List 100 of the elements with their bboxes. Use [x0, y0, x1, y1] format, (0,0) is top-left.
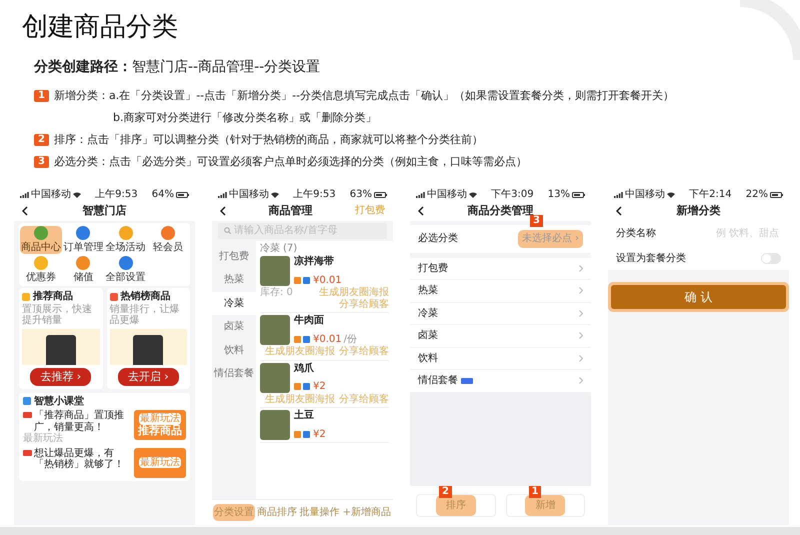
category-row[interactable]: 冷菜 [410, 302, 591, 326]
toolbar-button[interactable]: 批量操作 [298, 504, 341, 521]
back-icon[interactable] [418, 206, 424, 216]
stock-text: 库存: 0 [260, 287, 293, 299]
chevron-icon [579, 310, 583, 317]
photo-placeholder [260, 315, 290, 346]
category-row[interactable]: 打包费 [410, 258, 591, 280]
screen-title: 商品分类管理 [468, 204, 534, 218]
thumbnail-title: 推荐商品 [138, 424, 182, 438]
menu-item[interactable]: 商品中心 [20, 226, 62, 254]
carrier-text: 中国移动 [625, 189, 665, 200]
field-label: 分类名称 [616, 228, 656, 240]
product-name: 牛肉面 [294, 315, 325, 327]
wifi-icon [469, 192, 477, 198]
toolbar-button[interactable]: +新增商品 [342, 504, 392, 521]
card-subtitle: 置顶展示，快速提升销量 [22, 304, 93, 327]
category-row[interactable]: 情侣套餐 [410, 370, 591, 393]
back-icon[interactable] [22, 206, 28, 216]
thumbnail-tag: 最新玩法 [139, 456, 181, 468]
article-note: 最新玩法 [23, 433, 64, 445]
card-title: 热销榜商品 [120, 291, 170, 303]
toggle-switch[interactable] [761, 252, 781, 264]
screen-title: 商品管理 [268, 204, 312, 218]
category-row[interactable]: 卤菜 [410, 325, 591, 348]
menu-item[interactable]: 储值 [62, 256, 104, 284]
menu-item[interactable]: 优惠券 [20, 256, 62, 284]
wifi-icon [73, 192, 81, 198]
product-price: ¥0.01 [313, 334, 342, 346]
category-tab[interactable]: 情侣套餐 [212, 362, 256, 386]
wifi-icon [271, 192, 279, 198]
category-name: 饮料 [418, 352, 438, 364]
category-row[interactable]: 热菜 [410, 280, 591, 303]
battery-percent: 63% [350, 189, 372, 200]
category-name: 情侣套餐 [418, 375, 458, 387]
badge-icons [294, 276, 311, 284]
menu-item[interactable]: 全场活动 [104, 226, 147, 254]
back-icon[interactable] [220, 206, 226, 216]
carrier-text: 中国移动 [229, 189, 269, 200]
category-name: 卤菜 [418, 330, 438, 342]
category-tab[interactable]: 冷菜 [212, 292, 256, 316]
card-button[interactable]: 去推荐 › [30, 368, 92, 386]
signal-icon [416, 192, 425, 198]
battery-percent: 64% [152, 189, 174, 200]
menu-item[interactable]: 全部设置 [104, 256, 147, 284]
step-text: 排序：点击「排序」可以调整分类（针对于热销榜的商品，商家就可以将整个分类往前） [54, 132, 483, 148]
category-tab[interactable]: 打包费 [212, 244, 256, 268]
status-time: 上午9:53 [293, 189, 336, 200]
product-price: ¥0.01 [313, 274, 342, 286]
article-title[interactable]: 「推荐商品」置顶推广，销量更高！ [34, 410, 131, 434]
badge-icons [294, 430, 311, 438]
back-icon[interactable] [616, 206, 622, 216]
chevron-icon [579, 354, 583, 362]
category-name: 冷菜 [418, 308, 438, 320]
callout-number-badge: 2 [439, 486, 452, 498]
confirm-button[interactable]: 确 认 [611, 285, 786, 310]
chevron-icon [579, 377, 583, 384]
row-label: 必选分类 [418, 233, 458, 245]
step-text: 必选分类：点击「必选分类」可设置必须客户点单时必须选择的分类（例如主食，口味等需必点） [54, 154, 527, 170]
card-button[interactable]: 去开启 › [118, 368, 179, 386]
category-row[interactable]: 饮料 [410, 348, 591, 370]
carrier-text: 中国移动 [31, 189, 71, 200]
category-tab[interactable]: 热菜 [212, 268, 256, 292]
photo-placeholder [260, 256, 290, 286]
thumbnail-tag: 最新玩法 [139, 413, 181, 425]
chevron-icon [579, 332, 583, 340]
menu-item[interactable]: 轻会员 [146, 226, 189, 254]
toolbar-button[interactable]: 商品排序 [256, 504, 298, 521]
price-unit: /份 [344, 334, 358, 346]
callout-number-badge: 3 [530, 215, 543, 228]
step-text: b.商家可对分类进行「修改分类名称」或「删除分类」 [113, 110, 376, 126]
wifi-icon [667, 192, 675, 198]
card-title: 推荐商品 [33, 291, 73, 303]
battery-percent: 22% [746, 189, 768, 200]
path-text: 分类创建路径：智慧门店--商品管理--分类设置 [34, 58, 322, 77]
signal-icon [614, 192, 623, 198]
battery-percent: 13% [548, 189, 570, 200]
card-subtitle: 销量排行，让爆品更爆 [110, 304, 180, 327]
battery-icon [176, 192, 189, 198]
signal-icon [218, 192, 227, 198]
status-time: 上午9:53 [95, 189, 138, 200]
topic-tag-icon [23, 450, 32, 456]
category-tab[interactable]: 饮料 [212, 338, 256, 362]
toggle-label: 设置为套餐分类 [616, 252, 686, 264]
carrier-text: 中国移动 [427, 189, 467, 200]
article-title[interactable]: 想让爆品更爆，有「热销榜」就够了！ [34, 448, 131, 471]
packing-fee-link[interactable]: 打包费 [355, 205, 385, 217]
status-time: 下午2:14 [689, 189, 732, 200]
battery-icon [770, 192, 783, 198]
badge-icons [294, 336, 311, 343]
step-number-badge: 1 [34, 90, 49, 102]
category-name: 热菜 [418, 285, 438, 297]
product-name: 土豆 [294, 410, 315, 422]
topic-tag-icon [23, 412, 32, 418]
battery-icon [572, 192, 585, 198]
status-time: 下午3:09 [491, 189, 534, 200]
step-number-badge: 3 [34, 156, 49, 168]
step-text: 新增分类：a.在「分类设置」--点击「新增分类」--分类信息填写完成点击「确认」（如果需设置套餐分类，则需打开套餐开关） [54, 88, 674, 104]
menu-item[interactable]: 订单管理 [62, 226, 104, 254]
chevron-icon [579, 287, 583, 294]
category-tab[interactable]: 卤菜 [212, 315, 256, 339]
